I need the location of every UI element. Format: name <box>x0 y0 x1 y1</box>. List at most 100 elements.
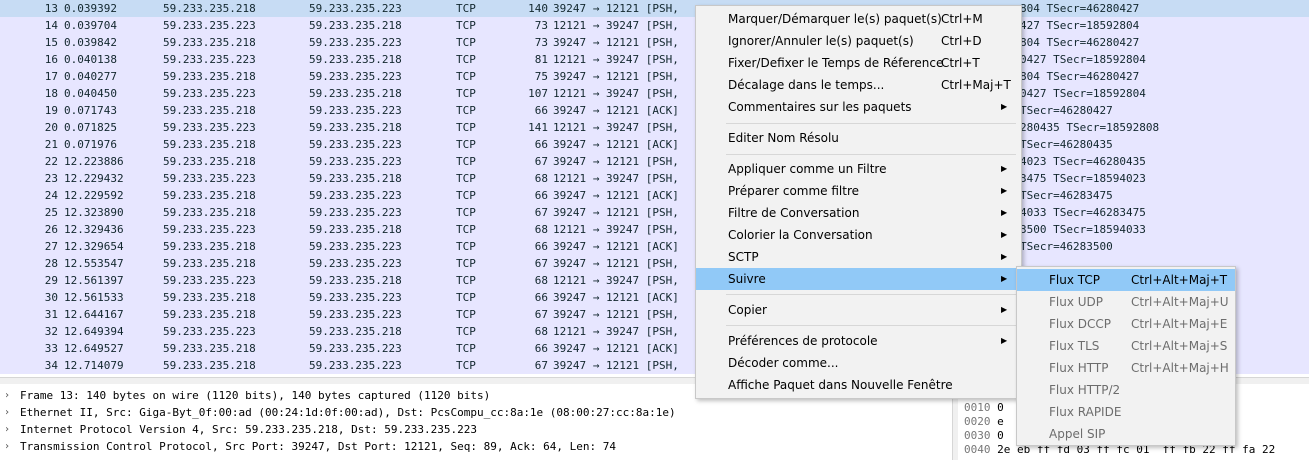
table-row-selected[interactable]: 13 0.039392 59.233.235.218 59.233.235.223 TC… <box>0 0 1309 17</box>
packet-destination: 59.233.235.223 <box>309 240 402 253</box>
menu-item-label: Préparer comme filtre <box>728 184 860 198</box>
packet-time: 12.329654 <box>64 240 124 253</box>
table-row[interactable]: 24 12.229592 59.233.235.218 59.233.235.223 T… <box>0 187 1309 204</box>
packet-number: 19 <box>44 104 58 117</box>
packet-protocol: TCP <box>456 342 476 355</box>
table-row[interactable]: 19 0.071743 59.233.235.218 59.233.235.223 TC… <box>0 102 1309 119</box>
table-row[interactable]: 21 0.071976 59.233.235.218 59.233.235.223 TC… <box>0 136 1309 153</box>
hex-offset: 0010 <box>964 401 991 414</box>
packet-info-tail: TSecr=46280435 <box>1020 138 1113 151</box>
packet-time: 0.040277 <box>64 70 117 83</box>
packet-protocol: TCP <box>456 240 476 253</box>
table-row[interactable]: 26 12.329436 59.233.235.223 59.233.235.218 T… <box>0 221 1309 238</box>
table-row[interactable]: 18 0.040450 59.233.235.223 59.233.235.218 TC… <box>0 85 1309 102</box>
packet-source: 59.233.235.218 <box>163 291 256 304</box>
table-row[interactable]: 23 12.229432 59.233.235.223 59.233.235.218 T… <box>0 170 1309 187</box>
table-row[interactable]: 27 12.329654 59.233.235.218 59.233.235.223 T… <box>0 238 1309 255</box>
submenu-item-flux-tcp[interactable]: Flux TCP Ctrl+Alt+Maj+T <box>1017 269 1235 291</box>
expand-arrow-icon[interactable]: › <box>4 387 10 404</box>
packet-info: 12121 → 39247 [PSH, <box>553 19 679 32</box>
menu-item-marquer-demarquer-le-s-paquet-s[interactable]: Marquer/Démarquer le(s) paquet(s) Ctrl+M <box>696 8 1021 30</box>
menu-item-affiche-paquet-dans-nouvelle-fenetre[interactable]: Affiche Paquet dans Nouvelle Fenêtre <box>696 374 1021 396</box>
packet-number: 32 <box>44 325 58 338</box>
packet-info: 39247 → 12121 [PSH, <box>553 359 679 372</box>
menu-item-copier[interactable]: Copier ▶ <box>696 299 1021 321</box>
menu-item-preparer-comme-filtre[interactable]: Préparer comme filtre ▶ <box>696 180 1021 202</box>
packet-number: 23 <box>44 172 58 185</box>
packet-source: 59.233.235.218 <box>163 2 256 15</box>
packet-time: 12.561533 <box>64 291 124 304</box>
detail-text: Frame 13: 140 bytes on wire (1120 bits),… <box>20 389 491 402</box>
submenu-arrow-icon: ▶ <box>1001 102 1008 111</box>
packet-source: 59.233.235.218 <box>163 189 256 202</box>
expand-arrow-icon[interactable]: › <box>4 421 10 438</box>
menu-item-label: Préférences de protocole <box>728 334 878 348</box>
menu-item-label: Copier <box>728 303 767 317</box>
packet-protocol: TCP <box>456 206 476 219</box>
packet-time: 0.071976 <box>64 138 117 151</box>
packet-time: 12.714079 <box>64 359 124 372</box>
menu-item-decoder-comme[interactable]: Décoder comme... <box>696 352 1021 374</box>
menu-item-appliquer-comme-un-filtre[interactable]: Appliquer comme un Filtre ▶ <box>696 158 1021 180</box>
packet-info-tail: 3475 TSecr=18594023 <box>1020 172 1146 185</box>
packet-protocol: TCP <box>456 87 476 100</box>
packet-info-tail: 0427 TSecr=18592804 <box>1020 53 1146 66</box>
expand-arrow-icon[interactable]: › <box>4 438 10 455</box>
menu-item-colorier-la-conversation[interactable]: Colorier la Conversation ▶ <box>696 224 1021 246</box>
packet-info: 39247 → 12121 [PSH, <box>553 2 679 15</box>
menu-separator <box>726 154 1016 155</box>
menu-item-fixer-defixer-le-temps-de-reference[interactable]: Fixer/Defixer le Temps de Réference Ctrl+… <box>696 52 1021 74</box>
menu-item-label: SCTP <box>728 250 759 264</box>
packet-number: 27 <box>44 240 58 253</box>
table-row[interactable]: 14 0.039704 59.233.235.223 59.233.235.218 TC… <box>0 17 1309 34</box>
packet-length: 67 <box>534 206 548 219</box>
packet-destination: 59.233.235.218 <box>309 325 402 338</box>
menu-item-suivre[interactable]: Suivre ▶ <box>696 268 1021 290</box>
packet-info: 39247 → 12121 [ACK] <box>553 291 679 304</box>
packet-length: 68 <box>534 223 548 236</box>
packet-destination: 59.233.235.223 <box>309 291 402 304</box>
submenu-item-flux-dccp: Flux DCCP Ctrl+Alt+Maj+E <box>1017 313 1235 335</box>
menu-item-commentaires-sur-les-paquets[interactable]: Commentaires sur les paquets ▶ <box>696 96 1021 118</box>
packet-number: 14 <box>44 19 58 32</box>
packet-info-tail: 280435 TSecr=18592808 <box>1020 121 1160 134</box>
packet-number: 31 <box>44 308 58 321</box>
packet-info-tail: 4033 TSecr=46283475 <box>1020 206 1146 219</box>
packet-time: 12.553547 <box>64 257 124 270</box>
packet-info: 12121 → 39247 [PSH, <box>553 325 679 338</box>
menu-item-ignorer-annuler-le-s-paquet-s[interactable]: Ignorer/Annuler le(s) paquet(s) Ctrl+D <box>696 30 1021 52</box>
submenu-item-label: Flux HTTP <box>1049 361 1109 375</box>
packet-time: 0.039704 <box>64 19 117 32</box>
packet-protocol: TCP <box>456 359 476 372</box>
menu-item-sctp[interactable]: SCTP ▶ <box>696 246 1021 268</box>
packet-time: 12.229432 <box>64 172 124 185</box>
table-row[interactable]: 20 0.071825 59.233.235.223 59.233.235.218 TC… <box>0 119 1309 136</box>
packet-length: 66 <box>534 189 548 202</box>
menu-item-editer-nom-resolu[interactable]: Editer Nom Résolu <box>696 127 1021 149</box>
expand-arrow-icon[interactable]: › <box>4 404 10 421</box>
packet-destination: 59.233.235.223 <box>309 2 402 15</box>
packet-number: 21 <box>44 138 58 151</box>
packet-length: 68 <box>534 172 548 185</box>
table-row[interactable]: 17 0.040277 59.233.235.218 59.233.235.223 TC… <box>0 68 1309 85</box>
packet-protocol: TCP <box>456 104 476 117</box>
packet-info-tail: 427 TSecr=18592804 <box>1020 19 1140 32</box>
table-row[interactable]: 15 0.039842 59.233.235.218 59.233.235.223 TC… <box>0 34 1309 51</box>
packet-source: 59.233.235.223 <box>163 121 256 134</box>
submenu-item-flux-udp: Flux UDP Ctrl+Alt+Maj+U <box>1017 291 1235 313</box>
packet-protocol: TCP <box>456 138 476 151</box>
table-row[interactable]: 16 0.040138 59.233.235.223 59.233.235.218 TC… <box>0 51 1309 68</box>
packet-source: 59.233.235.218 <box>163 138 256 151</box>
packet-number: 20 <box>44 121 58 134</box>
packet-time: 12.329436 <box>64 223 124 236</box>
menu-item-filtre-de-conversation[interactable]: Filtre de Conversation ▶ <box>696 202 1021 224</box>
packet-info-tail: 4023 TSecr=46280435 <box>1020 155 1146 168</box>
submenu-item-label: Flux DCCP <box>1049 317 1111 331</box>
packet-destination: 59.233.235.223 <box>309 257 402 270</box>
menu-item-preferences-de-protocole[interactable]: Préférences de protocole ▶ <box>696 330 1021 352</box>
menu-item-decalage-dans-le-temps[interactable]: Décalage dans le temps... Ctrl+Maj+T <box>696 74 1021 96</box>
packet-protocol: TCP <box>456 155 476 168</box>
table-row[interactable]: 25 12.323890 59.233.235.218 59.233.235.223 T… <box>0 204 1309 221</box>
submenu-item-flux-http-2: Flux HTTP/2 <box>1017 379 1235 401</box>
table-row[interactable]: 22 12.223886 59.233.235.218 59.233.235.223 T… <box>0 153 1309 170</box>
